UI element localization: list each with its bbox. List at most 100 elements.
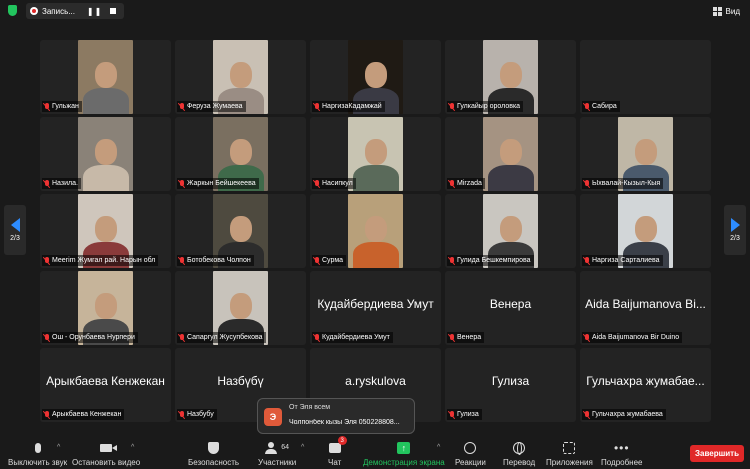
participant-video — [78, 117, 133, 191]
security-button[interactable]: Безопасность — [188, 440, 239, 467]
participant-tile[interactable]: Ботобекова Чолпон — [175, 194, 306, 268]
participant-tile[interactable]: Ыхвалай-Кызыл-Кыя — [580, 117, 711, 191]
participant-name-label: Феруза Жумаева — [177, 101, 246, 112]
participant-display-name: Арыкбаева Кенжекан — [46, 374, 165, 388]
more-button[interactable]: ••• Подробнее — [601, 440, 643, 468]
participant-tile[interactable]: Гульчахра жумабае... Гульчахра жумабаева — [580, 348, 711, 422]
participant-tile[interactable]: Сабира — [580, 40, 711, 114]
apps-button[interactable]: Приложения — [546, 440, 593, 467]
participant-name: Гульжан — [52, 103, 79, 110]
grid-view-icon — [712, 6, 722, 16]
muted-mic-icon — [314, 179, 320, 188]
participant-face — [94, 62, 117, 88]
participant-name: Венера — [457, 334, 482, 341]
participant-name: Mirzada — [457, 180, 482, 187]
participants-button[interactable]: 64 Участники — [258, 440, 296, 467]
share-options-caret-icon[interactable]: ^ — [437, 444, 440, 451]
participant-tile[interactable]: Mirzada — [445, 117, 576, 191]
participant-body — [82, 165, 129, 191]
next-page-button[interactable]: 2/3 — [724, 205, 746, 255]
participant-tile[interactable]: Кудайбердиева Умут Кудайбердиева Умут — [310, 271, 441, 345]
participant-tile[interactable]: Наргиза Сарталиева — [580, 194, 711, 268]
view-button[interactable]: Вид — [709, 3, 744, 19]
participant-face — [94, 216, 117, 242]
participant-name: Сапаргул Жусупбекова — [187, 334, 263, 341]
participant-body — [487, 165, 534, 191]
end-meeting-button[interactable]: Завершить — [690, 445, 744, 462]
chat-label: Чат — [328, 458, 342, 467]
chat-unread-badge: 3 — [337, 436, 347, 445]
recording-label: Запись... — [42, 6, 75, 16]
apps-icon — [563, 441, 576, 454]
muted-mic-icon — [44, 410, 50, 419]
participant-name-label: Сабира — [582, 101, 620, 112]
share-screen-label: Демонстрация экрана — [363, 458, 445, 467]
participant-tile[interactable]: Гулиза Гулиза — [445, 348, 576, 422]
muted-mic-icon — [449, 256, 455, 265]
muted-mic-icon — [179, 333, 185, 342]
security-label: Безопасность — [188, 458, 240, 467]
participant-tile[interactable]: Феруза Жумаева — [175, 40, 306, 114]
stop-video-button[interactable]: Остановить видео — [72, 440, 140, 467]
participant-tile[interactable]: Aida Baijumanova Bi... Aida Baijumanova B… — [580, 271, 711, 345]
participant-name-label: НаргизаКадамжай — [312, 101, 385, 112]
muted-mic-icon — [584, 410, 590, 419]
stop-recording-icon[interactable] — [110, 8, 117, 14]
muted-mic-icon — [449, 179, 455, 188]
muted-mic-icon — [44, 179, 50, 188]
participant-tile[interactable]: НаргизаКадамжай — [310, 40, 441, 114]
sender-avatar: Э — [264, 408, 282, 426]
more-dots-icon: ••• — [613, 440, 630, 455]
audio-options-caret-icon[interactable]: ^ — [57, 444, 60, 451]
participant-tile[interactable]: Сурма — [310, 194, 441, 268]
participant-display-name: Aida Baijumanova Bi... — [585, 297, 706, 311]
participant-tile[interactable]: Гульжан — [40, 40, 171, 114]
arrow-left-icon — [10, 218, 20, 232]
participant-name: Ыхвалай-Кызыл-Кыя — [592, 180, 661, 187]
participant-name: Сурма — [322, 257, 344, 264]
participant-body — [352, 242, 399, 268]
chat-notification-toast[interactable]: Э От Эля всем Чолпонбек кызы Эля 0502288… — [257, 398, 415, 434]
share-screen-button[interactable]: ↑ Демонстрация экрана — [363, 440, 445, 467]
participant-tile[interactable]: Meeгim Жумгал рай. Нарын обл — [40, 194, 171, 268]
participant-tile[interactable]: Назила. — [40, 117, 171, 191]
chat-button[interactable]: 3 Чат — [328, 436, 347, 467]
muted-mic-icon — [179, 410, 185, 419]
muted-mic-icon — [179, 102, 185, 111]
view-label: Вид — [725, 6, 740, 16]
encryption-shield-icon[interactable] — [8, 5, 17, 16]
participants-options-caret-icon[interactable]: ^ — [301, 444, 304, 451]
participant-name: Ош - Орунбаева Нурпери — [52, 334, 135, 341]
chat-message-preview: Чолпонбек кызы Эля 050228808... — [289, 419, 400, 426]
participant-video — [348, 194, 403, 268]
participant-face — [229, 293, 252, 319]
participant-name-label: Назбубу — [177, 409, 217, 420]
participant-display-name: Назбүбү — [217, 374, 264, 388]
participant-tile[interactable]: Гулкайыр ороловка — [445, 40, 576, 114]
record-dot-icon — [30, 7, 38, 15]
translate-label: Перевод — [503, 458, 536, 467]
participant-display-name: a.ryskulova — [345, 374, 406, 388]
reactions-button[interactable]: Реакции — [455, 440, 486, 467]
participant-tile[interactable]: Насипкул — [310, 117, 441, 191]
participant-tile[interactable]: Арыкбаева Кенжекан Арыкбаева Кенжекан — [40, 348, 171, 422]
participant-tile[interactable]: Сапаргул Жусупбекова — [175, 271, 306, 345]
participant-video — [78, 40, 133, 114]
page-indicator-left: 2/3 — [10, 235, 20, 242]
pause-recording-icon[interactable]: ❚❚ — [87, 7, 102, 16]
participant-name-label: Кудайбердиева Умут — [312, 332, 393, 343]
video-options-caret-icon[interactable]: ^ — [131, 444, 134, 451]
participant-tile[interactable]: Ош - Орунбаева Нурпери — [40, 271, 171, 345]
share-screen-icon: ↑ — [397, 441, 411, 454]
participant-tile[interactable]: Венера Венера — [445, 271, 576, 345]
translate-button[interactable]: Перевод — [503, 440, 535, 467]
participant-name-label: Meeгim Жумгал рай. Нарын обл — [42, 255, 159, 266]
chat-sender-line: От Эля всем — [289, 404, 331, 411]
security-shield-icon — [208, 441, 220, 454]
previous-page-button[interactable]: 2/3 — [4, 205, 26, 255]
participant-tile[interactable]: Жаркын Бейшекеева — [175, 117, 306, 191]
participant-name: Наргиза Сарталиева — [592, 257, 660, 264]
muted-mic-icon — [314, 102, 320, 111]
participant-tile[interactable]: Гулида Бешкемпирова — [445, 194, 576, 268]
recording-indicator[interactable]: Запись... ❚❚ — [26, 3, 125, 19]
